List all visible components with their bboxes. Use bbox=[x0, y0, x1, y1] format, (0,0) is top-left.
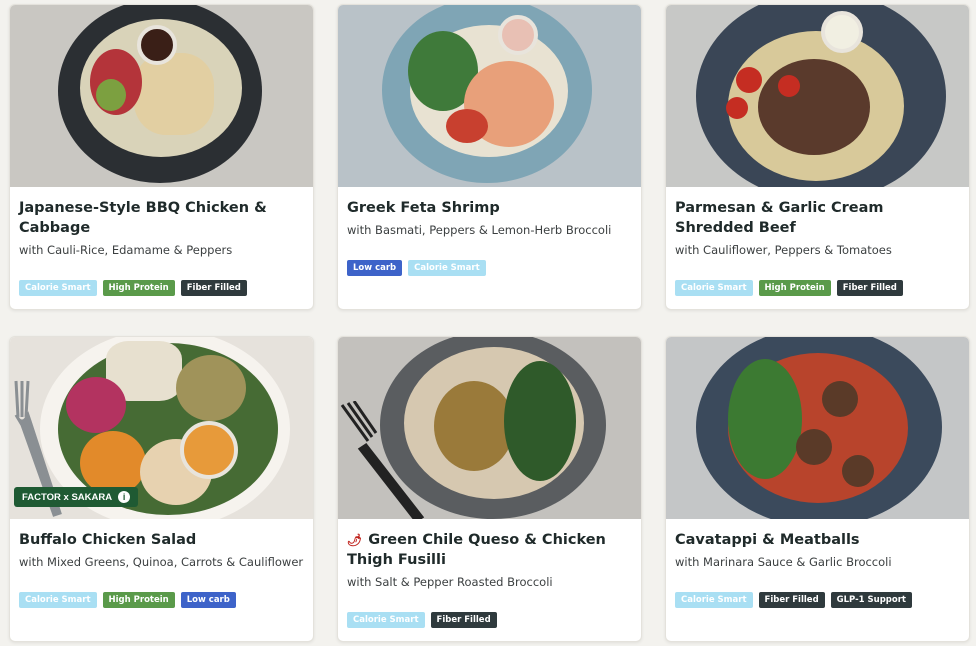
meal-title[interactable]: Japanese-Style BBQ Chicken & Cabbage bbox=[19, 198, 304, 238]
tag-calorie-smart: Calorie Smart bbox=[19, 592, 97, 608]
meal-photo[interactable] bbox=[666, 5, 969, 187]
meal-title-text: Green Chile Queso & Chicken Thigh Fusill… bbox=[347, 532, 606, 568]
meal-title[interactable]: Greek Feta Shrimp bbox=[347, 198, 632, 218]
tag-calorie-smart: Calorie Smart bbox=[675, 592, 753, 608]
tag-calorie-smart: Calorie Smart bbox=[347, 612, 425, 628]
meal-card[interactable]: Greek Feta Shrimp with Basmati, Peppers … bbox=[337, 4, 642, 310]
chili-pepper-icon: 🌶 bbox=[347, 533, 363, 547]
meal-photo[interactable] bbox=[666, 337, 969, 519]
meal-subtitle: with Cauliflower, Peppers & Tomatoes bbox=[675, 243, 892, 257]
meal-photo[interactable] bbox=[338, 337, 641, 519]
meal-tags: Calorie Smart High Protein Low carb bbox=[19, 592, 236, 608]
meal-photo[interactable] bbox=[10, 5, 313, 187]
tag-fiber-filled: Fiber Filled bbox=[430, 612, 497, 628]
meal-card[interactable]: FACTOR x SAKARA i Buffalo Chicken Salad … bbox=[9, 336, 314, 642]
tag-fiber-filled: Fiber Filled bbox=[180, 280, 247, 296]
meal-subtitle: with Mixed Greens, Quinoa, Carrots & Cau… bbox=[19, 555, 304, 569]
tag-calorie-smart: Calorie Smart bbox=[408, 260, 486, 276]
info-icon[interactable]: i bbox=[118, 491, 131, 503]
meal-card[interactable]: Cavatappi & Meatballs with Marinara Sauc… bbox=[665, 336, 970, 642]
badge-label: FACTOR x SAKARA bbox=[22, 491, 113, 503]
tag-fiber-filled: Fiber Filled bbox=[758, 592, 825, 608]
meal-tags: Calorie Smart High Protein Fiber Filled bbox=[19, 280, 247, 296]
meal-title[interactable]: Parmesan & Garlic Cream Shredded Beef bbox=[675, 198, 960, 238]
meal-photo[interactable] bbox=[338, 5, 641, 187]
partner-badge[interactable]: FACTOR x SAKARA i bbox=[14, 487, 139, 507]
tag-high-protein: High Protein bbox=[102, 280, 175, 296]
meal-subtitle: with Cauli-Rice, Edamame & Peppers bbox=[19, 243, 233, 257]
tag-fiber-filled: Fiber Filled bbox=[836, 280, 903, 296]
meal-title[interactable]: Buffalo Chicken Salad bbox=[19, 530, 304, 550]
meal-tags: Low carb Calorie Smart bbox=[347, 260, 486, 276]
tag-high-protein: High Protein bbox=[102, 592, 175, 608]
tag-glp1-support: GLP-1 Support bbox=[830, 592, 912, 608]
tag-low-carb: Low carb bbox=[347, 260, 403, 276]
meal-tags: Calorie Smart Fiber Filled bbox=[347, 612, 497, 628]
meal-title[interactable]: Cavatappi & Meatballs bbox=[675, 530, 960, 550]
meal-card[interactable]: Japanese-Style BBQ Chicken & Cabbage wit… bbox=[9, 4, 314, 310]
tag-calorie-smart: Calorie Smart bbox=[675, 280, 753, 296]
meal-subtitle: with Basmati, Peppers & Lemon-Herb Brocc… bbox=[347, 223, 612, 237]
meal-title[interactable]: 🌶 Green Chile Queso & Chicken Thigh Fusil… bbox=[347, 530, 632, 570]
tag-calorie-smart: Calorie Smart bbox=[19, 280, 97, 296]
meal-tags: Calorie Smart High Protein Fiber Filled bbox=[675, 280, 903, 296]
meal-subtitle: with Marinara Sauce & Garlic Broccoli bbox=[675, 555, 892, 569]
meal-tags: Calorie Smart Fiber Filled GLP-1 Support bbox=[675, 592, 912, 608]
meal-subtitle: with Salt & Pepper Roasted Broccoli bbox=[347, 575, 553, 589]
tag-low-carb: Low carb bbox=[180, 592, 236, 608]
meal-card[interactable]: 🌶 Green Chile Queso & Chicken Thigh Fusil… bbox=[337, 336, 642, 642]
meal-photo[interactable]: FACTOR x SAKARA i bbox=[10, 337, 313, 519]
meal-card[interactable]: Parmesan & Garlic Cream Shredded Beef wi… bbox=[665, 4, 970, 310]
tag-high-protein: High Protein bbox=[758, 280, 831, 296]
meal-grid: Japanese-Style BBQ Chicken & Cabbage wit… bbox=[0, 0, 976, 646]
